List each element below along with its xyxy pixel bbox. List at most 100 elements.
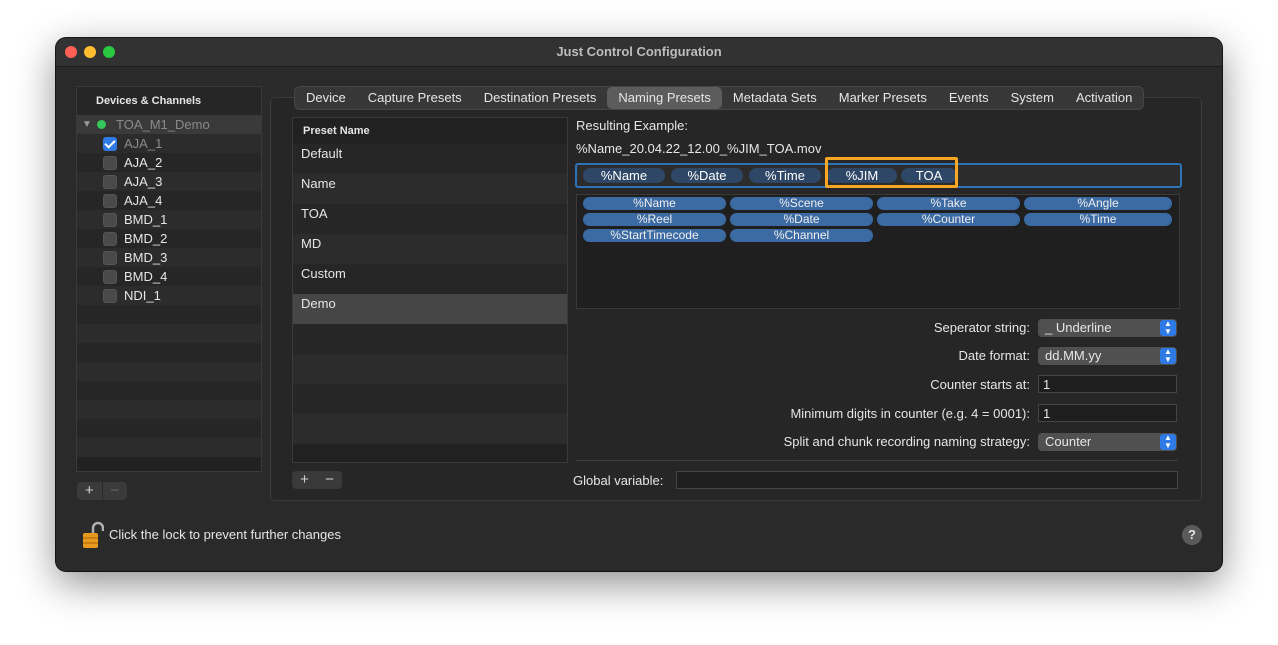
result-value: %Name_20.04.22_12.00_%JIM_TOA.mov [576,141,822,156]
preset-row-toa[interactable]: TOA [293,204,567,234]
window-title: Just Control Configuration [556,44,722,59]
channel-checkbox[interactable] [103,232,117,246]
variable-counter[interactable]: %Counter [877,213,1020,226]
preset-row-md[interactable]: MD [293,234,567,264]
empty-row [77,381,261,400]
channel-label: AJA_2 [124,155,163,170]
tab-naming-presets[interactable]: Naming Presets [607,87,722,109]
split-strategy-select[interactable]: Counter ▲ ▼ [1038,433,1177,451]
tab-marker-presets[interactable]: Marker Presets [828,87,938,109]
lock-hint-text: Click the lock to prevent further change… [109,527,341,542]
counter-start-field[interactable]: 1 [1038,375,1177,393]
variable-palette: %Name %Scene %Take %Angle %Reel %Date %C… [576,194,1180,309]
date-format-value: dd.MM.yy [1045,348,1102,363]
device-group-label: TOA_M1_Demo [116,117,210,132]
empty-row [77,400,261,419]
variable-angle[interactable]: %Angle [1024,197,1172,210]
tab-activation[interactable]: Activation [1065,87,1143,109]
tab-metadata-sets[interactable]: Metadata Sets [722,87,828,109]
tab-device[interactable]: Device [295,87,357,109]
add-preset-button[interactable]: + [292,471,317,489]
variable-date[interactable]: %Date [730,213,873,226]
preset-row-default[interactable]: Default [293,144,567,174]
channel-row-bmd-4[interactable]: BMD_4 [77,267,261,286]
empty-row [77,324,261,343]
variable-scene[interactable]: %Scene [730,197,873,210]
empty-row [77,438,261,457]
channel-checkbox[interactable] [103,175,117,189]
status-dot-icon [97,120,106,129]
global-variable-field[interactable] [676,471,1178,489]
channel-checkbox[interactable] [103,194,117,208]
chevron-down-icon[interactable]: ▼ [82,115,92,134]
split-strategy-value: Counter [1045,434,1092,449]
global-variable-label: Global variable: [573,473,664,488]
variable-start-timecode[interactable]: %StartTimecode [583,229,726,242]
channel-row-aja-3[interactable]: AJA_3 [77,172,261,191]
preset-row-custom[interactable]: Custom [293,264,567,294]
devices-panel: Devices & Channels ▼ TOA_M1_Demo AJA_1 A… [76,86,262,472]
variable-take[interactable]: %Take [877,197,1020,210]
channel-row-bmd-3[interactable]: BMD_3 [77,248,261,267]
devices-header: Devices & Channels [77,87,261,115]
channel-label: BMD_3 [124,250,168,265]
channel-checkbox[interactable] [103,289,117,303]
tab-system[interactable]: System [1000,87,1065,109]
chevron-up-down-icon: ▲ ▼ [1160,434,1176,450]
empty-row [77,419,261,438]
split-strategy-label: Split and chunk recording naming strateg… [783,434,1030,449]
channel-row-aja-4[interactable]: AJA_4 [77,191,261,210]
preset-row-demo[interactable]: Demo [293,294,567,324]
channel-label: AJA_4 [124,193,163,208]
tab-bar: Device Capture Presets Destination Prese… [294,86,1145,110]
channel-checkbox[interactable] [103,270,117,284]
date-format-label: Date format: [958,348,1030,363]
preset-add-remove: + − [292,471,342,489]
channel-row-bmd-1[interactable]: BMD_1 [77,210,261,229]
min-digits-field[interactable]: 1 [1038,404,1177,422]
remove-device-button[interactable]: − [101,482,128,500]
counter-start-label: Counter starts at: [930,377,1030,392]
remove-preset-button[interactable]: − [317,471,342,489]
token-time[interactable]: %Time [749,168,821,183]
empty-row [77,362,261,381]
token-date[interactable]: %Date [671,168,743,183]
empty-row [293,354,567,384]
title-bar: Just Control Configuration [56,38,1222,67]
channel-label: NDI_1 [124,288,161,303]
add-device-button[interactable]: + [77,482,102,500]
empty-row [293,414,567,444]
token-name[interactable]: %Name [583,168,665,183]
variable-channel[interactable]: %Channel [730,229,873,242]
tab-events[interactable]: Events [938,87,1000,109]
variable-name[interactable]: %Name [583,197,726,210]
separator-select[interactable]: _ Underline ▲ ▼ [1038,319,1177,337]
help-button[interactable]: ? [1182,525,1202,545]
separator-label: Seperator string: [933,320,1030,335]
variable-time[interactable]: %Time [1024,213,1172,226]
preset-list-header: Preset Name [303,125,370,137]
date-format-select[interactable]: dd.MM.yy ▲ ▼ [1038,347,1177,365]
empty-row [293,324,567,354]
channel-row-ndi-1[interactable]: NDI_1 [77,286,261,305]
empty-row [293,384,567,414]
min-digits-label: Minimum digits in counter (e.g. 4 = 0001… [790,406,1030,421]
channel-row-aja-1[interactable]: AJA_1 [77,134,261,153]
channel-checkbox[interactable] [103,213,117,227]
separator-value: _ Underline [1045,320,1112,335]
tab-destination-presets[interactable]: Destination Presets [473,87,608,109]
preset-row-name[interactable]: Name [293,174,567,204]
config-window: Just Control Configuration Devices & Cha… [56,38,1222,571]
channel-checkbox[interactable] [103,156,117,170]
chevron-up-down-icon: ▲ ▼ [1160,320,1176,336]
unlock-icon[interactable] [82,520,104,550]
channel-row-aja-2[interactable]: AJA_2 [77,153,261,172]
device-group-row[interactable]: ▼ TOA_M1_Demo [77,115,261,134]
variable-reel[interactable]: %Reel [583,213,726,226]
highlight-box [825,157,958,188]
channel-row-bmd-2[interactable]: BMD_2 [77,229,261,248]
result-label: Resulting Example: [576,118,688,133]
channel-checkbox[interactable] [103,251,117,265]
tab-capture-presets[interactable]: Capture Presets [357,87,473,109]
channel-checkbox[interactable] [103,137,117,151]
